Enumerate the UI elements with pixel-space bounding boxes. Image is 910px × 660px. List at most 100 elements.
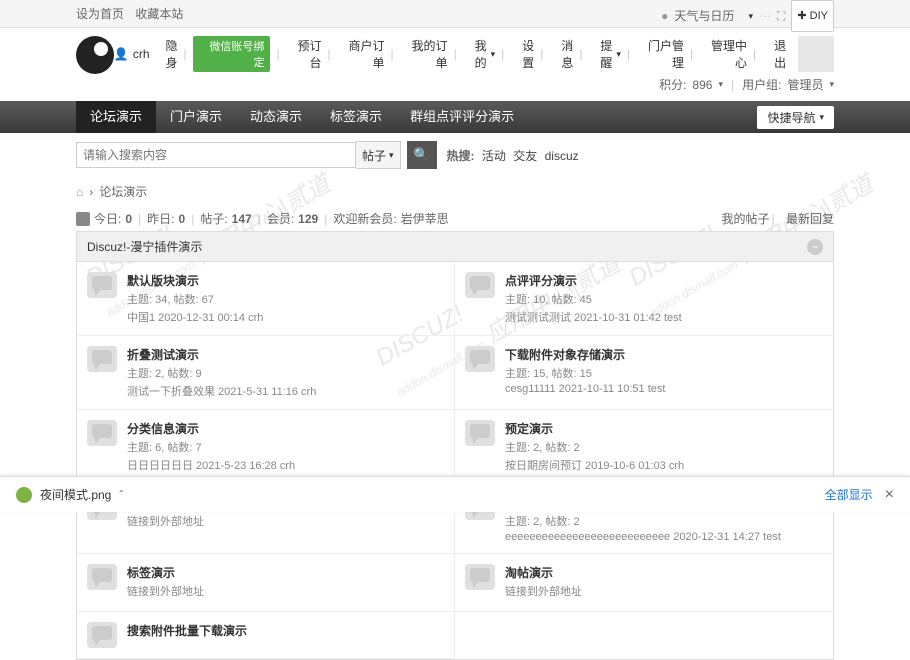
- forum-last-post[interactable]: 测试一下折叠效果 2021-5-31 11:16 crh: [127, 383, 444, 399]
- forum-stats: 主题: 6, 帖数: 7: [127, 439, 444, 455]
- stat-label: 帖子:: [200, 210, 227, 227]
- hot-link[interactable]: 交友: [513, 149, 537, 163]
- forum-title[interactable]: 搜索附件批量下载演示: [127, 622, 444, 639]
- forum-title[interactable]: 预定演示: [505, 420, 823, 437]
- chevron-down-icon: ▾: [819, 112, 824, 123]
- hot-link[interactable]: discuz: [545, 149, 579, 163]
- logo-icon[interactable]: [76, 36, 114, 74]
- speech-bubble-icon: [465, 420, 495, 446]
- stat-value: 0: [179, 212, 186, 226]
- forum-last-post[interactable]: cesg11111 2021-10-11 10:51 test: [505, 383, 823, 395]
- forum-item[interactable]: 点评评分演示主题: 10, 帖数: 45 测试测试测试 2021-10-31 01…: [455, 262, 833, 336]
- header-link[interactable]: 商户订单: [337, 37, 385, 71]
- forum-stats: 主题: 15, 帖数: 15: [505, 365, 823, 381]
- header-link[interactable]: 门户管理: [636, 37, 684, 71]
- stats-bar: 今日:0 | 昨日:0 | 帖子:147 | 会员:129 | 欢迎新会员:岩伊…: [0, 206, 910, 231]
- wechat-bind-button[interactable]: 微信账号绑定: [193, 36, 271, 72]
- forum-item[interactable]: 搜索附件批量下载演示: [77, 612, 455, 659]
- search-input[interactable]: [76, 142, 356, 168]
- forum-last-post[interactable]: 按日期房间预订 2019-10-6 01:03 crh: [505, 457, 823, 473]
- stat-label: 会员:: [267, 210, 294, 227]
- section-title: Discuz!-漫宁插件演示: [87, 238, 202, 255]
- forum-last-post[interactable]: 日日日日日日 2021-5-23 16:28 crh: [127, 457, 444, 473]
- favorite-link[interactable]: 收藏本站: [135, 7, 183, 21]
- expand-icon[interactable]: ⛶: [777, 2, 785, 30]
- stats-icon[interactable]: [76, 212, 90, 226]
- search-type-select[interactable]: 帖子 ▾: [356, 141, 401, 169]
- forum-item[interactable]: 预定演示主题: 2, 帖数: 2按日期房间预订 2019-10-6 01:03 …: [455, 410, 833, 484]
- avatar[interactable]: [798, 36, 834, 72]
- home-icon[interactable]: ⌂: [76, 185, 83, 199]
- newest-member-link[interactable]: 岩伊莘思: [401, 210, 449, 227]
- forum-title[interactable]: 下载附件对象存储演示: [505, 346, 823, 363]
- chevron-down-icon: ▾: [748, 2, 753, 30]
- section-header[interactable]: Discuz!-漫宁插件演示 −: [76, 231, 834, 262]
- logout-link[interactable]: 退出: [762, 37, 786, 71]
- speech-bubble-icon: [87, 564, 117, 590]
- forum-last-post[interactable]: 测试测试测试 2021-10-31 01:42 test: [505, 309, 823, 325]
- stat-label: 欢迎新会员:: [333, 210, 396, 227]
- forum-title[interactable]: 分类信息演示: [127, 420, 444, 437]
- latest-reply-link[interactable]: 最新回复: [786, 212, 834, 226]
- nav-item-forum[interactable]: 论坛演示: [76, 101, 156, 133]
- speech-bubble-icon: [87, 346, 117, 372]
- forum-stats: 链接到外部地址: [505, 583, 823, 599]
- header-link[interactable]: 管理中心: [699, 37, 747, 71]
- credits-label: 积分:: [659, 76, 686, 93]
- forum-stats: 主题: 10, 帖数: 45: [505, 291, 823, 307]
- download-bar: 夜间模式.png ˆ 全部显示 ×: [0, 476, 910, 512]
- forum-last-post[interactable]: eeeeeeeeeeeeeeeeeeeeeeeeeee 2020-12-31 1…: [505, 531, 823, 543]
- download-filename[interactable]: 夜间模式.png: [40, 486, 111, 503]
- forum-stats: 主题: 34, 帖数: 67: [127, 291, 444, 307]
- quick-nav-button[interactable]: 快捷导航 ▾: [757, 106, 834, 129]
- header-link[interactable]: 提醒: [588, 37, 612, 71]
- nav-item-group[interactable]: 群组点评评分演示: [396, 101, 528, 133]
- show-all-downloads[interactable]: 全部显示: [825, 486, 873, 503]
- forum-item[interactable]: 折叠测试演示主题: 2, 帖数: 9 测试一下折叠效果 2021-5-31 11:…: [77, 336, 455, 410]
- forum-title[interactable]: 点评评分演示: [505, 272, 823, 289]
- speech-bubble-icon: [465, 272, 495, 298]
- forum-stats: 链接到外部地址: [127, 513, 444, 529]
- nav-item-activity[interactable]: 动态演示: [236, 101, 316, 133]
- search-button[interactable]: 🔍: [407, 141, 437, 169]
- diy-button[interactable]: ✚ DIY: [791, 0, 834, 32]
- speech-bubble-icon: [465, 346, 495, 372]
- set-home-link[interactable]: 设为首页: [76, 7, 124, 21]
- forum-title[interactable]: 标签演示: [127, 564, 444, 581]
- my-posts-link[interactable]: 我的帖子: [722, 212, 770, 226]
- main-nav: 论坛演示 门户演示 动态演示 标签演示 群组点评评分演示 快捷导航 ▾: [0, 101, 910, 133]
- chevron-down-icon: ▾: [389, 150, 394, 161]
- forum-title[interactable]: 默认版块演示: [127, 272, 444, 289]
- collapse-icon[interactable]: −: [807, 239, 823, 255]
- forum-item[interactable]: 标签演示链接到外部地址: [77, 554, 455, 612]
- speech-bubble-icon: [465, 564, 495, 590]
- breadcrumb-sep: ›: [89, 185, 93, 199]
- close-icon[interactable]: ×: [885, 486, 894, 504]
- forum-last-post[interactable]: 中国1 2020-12-31 00:14 crh: [127, 309, 444, 325]
- breadcrumb: ⌂ › 论坛演示: [0, 177, 910, 206]
- forum-stats: 主题: 2, 帖数: 9: [127, 365, 444, 381]
- chevron-up-icon[interactable]: ˆ: [119, 488, 123, 502]
- forum-item[interactable]: 下载附件对象存储演示主题: 15, 帖数: 15 cesg11111 2021-1…: [455, 336, 833, 410]
- header-link[interactable]: 消息: [549, 37, 573, 71]
- forum-item[interactable]: 淘帖演示链接到外部地址: [455, 554, 833, 612]
- forum-item[interactable]: 分类信息演示主题: 6, 帖数: 7 日日日日日日 2021-5-23 16:28…: [77, 410, 455, 484]
- nav-item-tag[interactable]: 标签演示: [316, 101, 396, 133]
- header-link[interactable]: 我的: [463, 37, 487, 71]
- group-label: 用户组:: [742, 76, 781, 93]
- nav-item-portal[interactable]: 门户演示: [156, 101, 236, 133]
- file-icon: [16, 487, 32, 503]
- hot-label: 热搜:: [447, 149, 475, 163]
- header-link[interactable]: 我的订单: [400, 37, 448, 71]
- hot-link[interactable]: 活动: [482, 149, 506, 163]
- username-link[interactable]: crh: [133, 47, 150, 61]
- login-status[interactable]: 隐身: [154, 37, 178, 71]
- forum-title[interactable]: 折叠测试演示: [127, 346, 444, 363]
- header-link[interactable]: 预订台: [286, 37, 322, 71]
- weather-link[interactable]: 天气与日历: [674, 2, 734, 30]
- speech-bubble-icon: [87, 622, 117, 648]
- speech-bubble-icon: [87, 420, 117, 446]
- forum-title[interactable]: 淘帖演示: [505, 564, 823, 581]
- forum-item[interactable]: 默认版块演示主题: 34, 帖数: 67 中国1 2020-12-31 00:14…: [77, 262, 455, 336]
- header-link[interactable]: 设置: [510, 37, 534, 71]
